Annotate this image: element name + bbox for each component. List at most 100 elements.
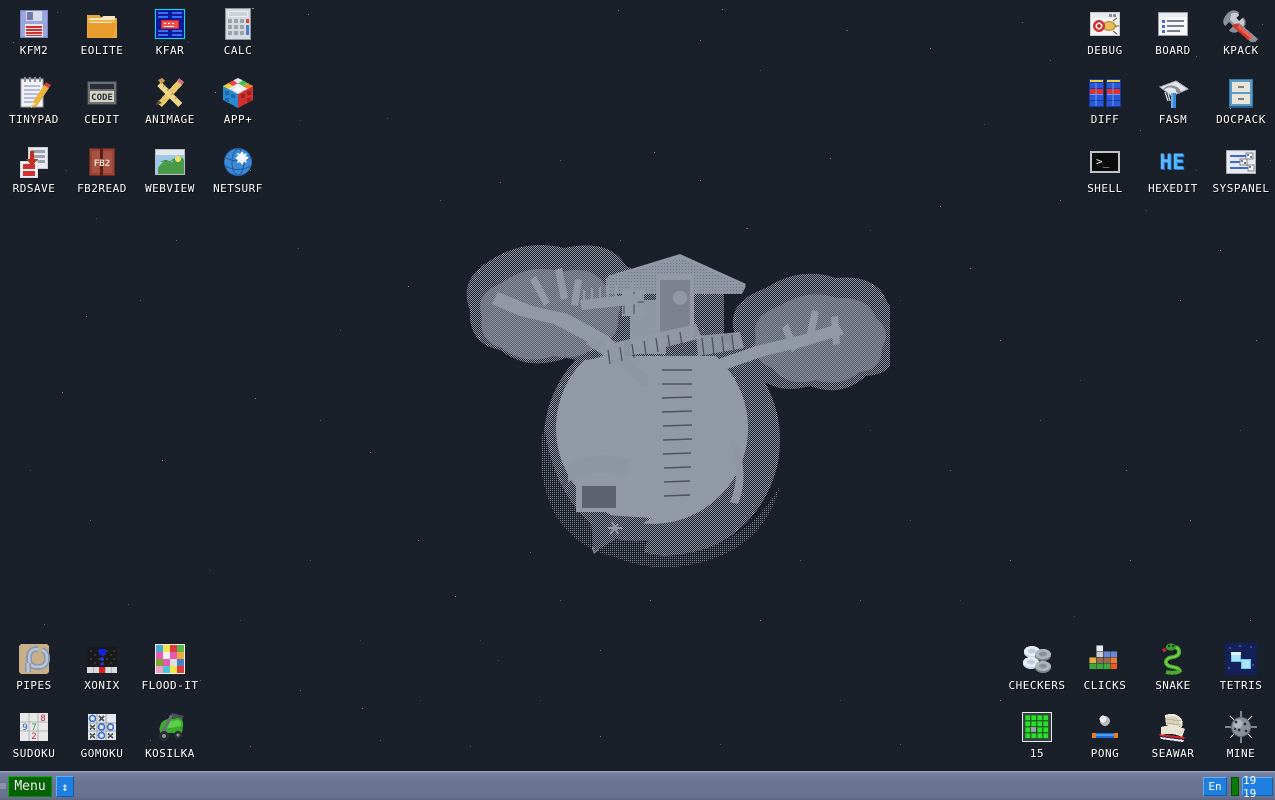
star xyxy=(440,200,441,201)
star xyxy=(930,48,931,49)
desktop-icon-kpack[interactable]: KPACK xyxy=(1207,6,1275,57)
desktop-icon-label: SEAWAR xyxy=(1151,747,1195,760)
desktop-icon-gomoku[interactable]: GOMOKU xyxy=(68,709,136,760)
desktop-icon-shell[interactable]: >_ SHELL xyxy=(1071,144,1139,195)
star xyxy=(800,560,801,561)
desktop-icon-mine[interactable]: MINE xyxy=(1207,709,1275,760)
globe-window-icon xyxy=(152,144,188,180)
star xyxy=(30,470,31,471)
desktop-icon-hexedit[interactable]: HE HE HEXEDIT xyxy=(1139,144,1207,195)
desktop-icon-checkers[interactable]: CHECKERS xyxy=(1003,641,1071,692)
desktop-icon-pipes[interactable]: PIPES xyxy=(0,641,68,692)
star xyxy=(600,736,601,737)
star xyxy=(210,570,211,571)
tictactoe-grid-icon xyxy=(84,709,120,745)
star xyxy=(162,460,163,461)
star xyxy=(722,9,723,10)
desktop-icon-tinypad[interactable]: TINYPAD xyxy=(0,75,68,126)
desktop-icon-label: FASM xyxy=(1158,113,1188,126)
sliders-panel-icon xyxy=(1223,144,1259,180)
folder-icon xyxy=(84,6,120,42)
star xyxy=(1190,520,1191,521)
wallpaper-planet-art xyxy=(440,228,890,568)
desktop-icon-cedit[interactable]: CODE CEDIT xyxy=(68,75,136,126)
desktop-icon-label: DOCPACK xyxy=(1216,113,1266,126)
desktop-icon-app-[interactable]: APP+ xyxy=(204,75,272,126)
desktop-icon-label: SHELL xyxy=(1087,182,1123,195)
clock[interactable]: 19 19 xyxy=(1242,774,1273,800)
assembler-hammer-icon xyxy=(1155,75,1191,111)
desktop-icon-label: ANIMAGE xyxy=(145,113,195,126)
star xyxy=(1126,470,1127,471)
desktop[interactable]: KFM2 EOLITE KFAR CALC TINYPAD CODE CEDIT ANIMAG… xyxy=(0,0,1275,800)
desktop-icon-animage[interactable]: ANIMAGE xyxy=(136,75,204,126)
fb2-book-icon: FB2 xyxy=(84,144,120,180)
filing-cabinet-icon xyxy=(1223,75,1259,111)
desktop-icon-fasm[interactable]: FASM xyxy=(1139,75,1207,126)
desktop-icon-rdsave[interactable]: RDSAVE xyxy=(0,144,68,195)
icon-group-apps-top-left: KFM2 EOLITE KFAR CALC TINYPAD CODE CEDIT ANIMAG… xyxy=(0,6,272,213)
star xyxy=(362,708,363,709)
star xyxy=(300,120,301,121)
desktop-icon-netsurf[interactable]: NETSURF xyxy=(204,144,272,195)
star xyxy=(1180,300,1181,301)
desktop-icon-pong[interactable]: PONG xyxy=(1071,709,1139,760)
notepad-pencil-icon xyxy=(16,75,52,111)
desktop-icon-syspanel[interactable]: SYSPANEL xyxy=(1207,144,1275,195)
mine-sphere-icon xyxy=(1223,709,1259,745)
menu-button[interactable]: Menu xyxy=(8,776,52,797)
star xyxy=(540,700,541,701)
desktop-icon-diff[interactable]: DIFF xyxy=(1071,75,1139,126)
star xyxy=(176,240,177,241)
desktop-icon-snake[interactable]: SNAKE xyxy=(1139,641,1207,692)
desktop-icon-seawar[interactable]: SEAWAR xyxy=(1139,709,1207,760)
desktop-icon-kosilka[interactable]: KOSILKA xyxy=(136,709,204,760)
star xyxy=(720,744,721,745)
minimize-all-button[interactable]: ↕ xyxy=(56,776,74,797)
star xyxy=(860,600,861,601)
star xyxy=(1022,22,1023,23)
terminal-prompt-icon: >_ xyxy=(1087,144,1123,180)
desktop-icon-label: WEBVIEW xyxy=(145,182,195,195)
star xyxy=(1000,700,1001,701)
desktop-icon-label: APP+ xyxy=(223,113,253,126)
bug-window-icon xyxy=(1087,6,1123,42)
desktop-icon-sudoku[interactable]: 8 9 7 2 SUDOKU xyxy=(0,709,68,760)
star xyxy=(44,624,45,625)
taskbar[interactable]: Menu ↕ En 19 19 xyxy=(0,771,1275,800)
lawnmower-icon xyxy=(152,709,188,745)
floppy-disk-icon xyxy=(16,6,52,42)
star xyxy=(1256,340,1257,341)
desktop-icon-label: EOLITE xyxy=(80,44,124,57)
desktop-icon-docpack[interactable]: DOCPACK xyxy=(1207,75,1275,126)
desktop-icon-kfar[interactable]: KFAR xyxy=(136,6,204,57)
desktop-icon-flood-it[interactable]: FLOOD-IT xyxy=(136,641,204,692)
desktop-icon-calc[interactable]: CALC xyxy=(204,6,272,57)
star xyxy=(654,152,655,153)
desktop-icon-label: SNAKE xyxy=(1155,679,1191,692)
fifteen-puzzle-icon xyxy=(1019,709,1055,745)
language-indicator[interactable]: En xyxy=(1203,777,1227,796)
star xyxy=(1040,420,1041,421)
desktop-icon-label: NETSURF xyxy=(213,182,263,195)
pencil-ruler-icon xyxy=(152,75,188,111)
star xyxy=(940,206,941,207)
star xyxy=(650,600,651,601)
desktop-icon-board[interactable]: BOARD xyxy=(1139,6,1207,57)
desktop-icon-15[interactable]: 15 xyxy=(1003,709,1071,760)
taskbar-left-nub xyxy=(0,783,6,789)
desktop-icon-kfm2[interactable]: KFM2 xyxy=(0,6,68,57)
desktop-icon-fb2read[interactable]: FB2 FB2READ xyxy=(68,144,136,195)
icon-group-games-bottom-left: PIPES XONIX FLOOD-IT 8 9 7 2 SUDOKU GOMOKU KOSILK… xyxy=(0,641,204,777)
file-manager-panels-icon xyxy=(152,6,188,42)
desktop-icon-xonix[interactable]: XONIX xyxy=(68,641,136,692)
desktop-icon-webview[interactable]: WEBVIEW xyxy=(136,144,204,195)
star xyxy=(760,70,761,71)
star xyxy=(250,746,251,747)
desktop-icon-tetris[interactable]: TETRIS xyxy=(1207,641,1275,692)
desktop-icon-label: GOMOKU xyxy=(80,747,124,760)
desktop-icon-debug[interactable]: DEBUG xyxy=(1071,6,1139,57)
desktop-icon-clicks[interactable]: CLICKS xyxy=(1071,641,1139,692)
star xyxy=(560,160,561,161)
desktop-icon-eolite[interactable]: EOLITE xyxy=(68,6,136,57)
